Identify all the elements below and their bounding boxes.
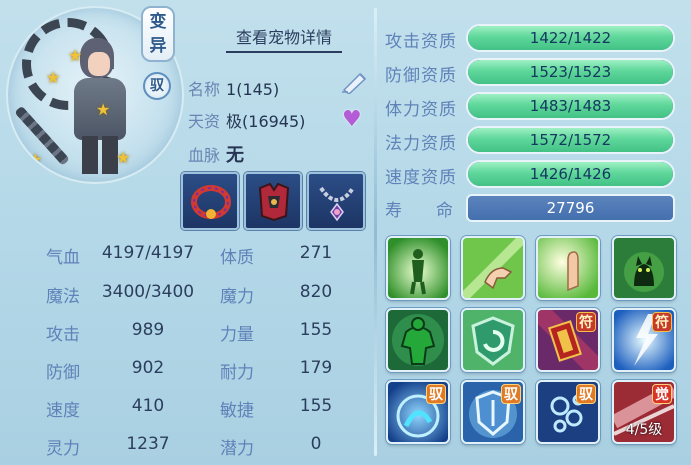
skill-tag: 符 bbox=[652, 312, 672, 332]
equip-slot-necklace[interactable] bbox=[307, 172, 365, 230]
panel-divider bbox=[374, 8, 377, 456]
attribute-label: 敏捷 bbox=[220, 401, 254, 421]
equip-slot-collar[interactable] bbox=[181, 172, 239, 230]
lifespan-label-a: 寿 bbox=[385, 201, 402, 221]
aptitude-bar: 1523/1523 bbox=[466, 58, 675, 86]
stat-label: 气血 bbox=[46, 248, 80, 268]
skill-figure-icon[interactable] bbox=[386, 236, 450, 300]
name-value: 1(145) bbox=[226, 80, 280, 99]
armor-icon bbox=[258, 182, 290, 222]
talent-label: 天资 bbox=[188, 112, 221, 131]
aptitude-label: 法力资质 bbox=[385, 134, 457, 154]
aptitude-label: 攻击资质 bbox=[385, 32, 457, 52]
star-icon: ★ bbox=[116, 148, 131, 167]
name-label: 名称 bbox=[188, 80, 221, 99]
aptitude-label: 体力资质 bbox=[385, 100, 457, 120]
heart-icon[interactable]: ♥ bbox=[342, 107, 362, 132]
transform-badge-label: 变异 bbox=[149, 12, 167, 56]
star-icon: ★ bbox=[96, 100, 111, 119]
star-icon: ★ bbox=[68, 46, 83, 65]
stat-label: 灵力 bbox=[46, 439, 80, 459]
attribute-value: 155 bbox=[299, 320, 333, 340]
skill-shield-icon[interactable] bbox=[461, 308, 525, 372]
stat-value: 3400/3400 bbox=[101, 282, 195, 302]
necklace-icon bbox=[319, 186, 355, 222]
star-icon: ★ bbox=[28, 150, 43, 169]
attribute-value: 271 bbox=[299, 243, 333, 263]
skill-cat-icon[interactable] bbox=[612, 236, 676, 300]
equip-slot-armor[interactable] bbox=[244, 172, 302, 230]
skill-art bbox=[614, 238, 674, 298]
stat-value: 1237 bbox=[126, 434, 170, 454]
star-icon: ★ bbox=[46, 68, 61, 87]
rename-pencil-icon[interactable] bbox=[340, 70, 370, 94]
attribute-value: 155 bbox=[299, 396, 333, 416]
stat-label: 攻击 bbox=[46, 325, 80, 345]
skill-art bbox=[463, 310, 523, 370]
skill-muscle-icon[interactable] bbox=[386, 308, 450, 372]
skill-tag: 觉 bbox=[652, 384, 672, 404]
skill-tag: 驭 bbox=[576, 384, 596, 404]
aptitude-bar: 1422/1422 bbox=[466, 24, 675, 52]
attribute-label: 耐力 bbox=[220, 363, 254, 383]
lifespan-value: 27796 bbox=[466, 194, 675, 222]
aptitude-bar: 1572/1572 bbox=[466, 126, 675, 154]
skill-tag: 驭 bbox=[501, 384, 521, 404]
stat-value: 410 bbox=[131, 396, 165, 416]
skill-lightning-icon[interactable]: 符 bbox=[612, 308, 676, 372]
skill-bubbles-icon[interactable]: 驭 bbox=[536, 380, 600, 444]
stat-value: 989 bbox=[131, 320, 165, 340]
pet-face-art bbox=[88, 52, 110, 76]
ride-badge: 驭 bbox=[143, 72, 171, 100]
attribute-label: 潜力 bbox=[220, 439, 254, 459]
skill-art bbox=[388, 310, 448, 370]
skill-strike-hand-icon[interactable] bbox=[461, 236, 525, 300]
stat-value: 902 bbox=[131, 358, 165, 378]
skill-level: 4/5级 bbox=[625, 422, 663, 438]
aptitude-value: 1422/1422 bbox=[529, 29, 612, 47]
attribute-label: 魔力 bbox=[220, 287, 254, 307]
collar-icon bbox=[191, 185, 231, 219]
attribute-value: 179 bbox=[299, 358, 333, 378]
skill-awaken-icon[interactable]: 觉 4/5级 bbox=[612, 380, 676, 444]
attribute-label: 体质 bbox=[220, 248, 254, 268]
aptitude-value: 1426/1426 bbox=[529, 165, 612, 183]
skill-water-rider-icon[interactable]: 驭 bbox=[386, 380, 450, 444]
stat-label: 魔法 bbox=[46, 287, 80, 307]
aptitude-value: 1523/1523 bbox=[529, 63, 612, 81]
blood-label: 血脉 bbox=[188, 146, 221, 165]
aptitude-label: 速度资质 bbox=[385, 168, 457, 188]
aptitude-value: 1572/1572 bbox=[529, 131, 612, 149]
attribute-label: 力量 bbox=[220, 325, 254, 345]
talent-value: 极(16945) bbox=[226, 112, 306, 131]
skill-tag: 符 bbox=[576, 312, 596, 332]
aptitude-label: 防御资质 bbox=[385, 66, 457, 86]
skill-talisman-scroll-icon[interactable]: 符 bbox=[536, 308, 600, 372]
attribute-value: 820 bbox=[299, 282, 333, 302]
skill-tag: 驭 bbox=[426, 384, 446, 404]
aptitude-value: 1483/1483 bbox=[529, 97, 612, 115]
skill-art bbox=[463, 238, 523, 298]
aptitude-bar: 1483/1483 bbox=[466, 92, 675, 120]
view-pet-details-link[interactable]: 查看宠物详情 bbox=[226, 24, 342, 53]
blood-row: 血脉无 bbox=[188, 141, 244, 167]
blood-value: 无 bbox=[226, 145, 245, 166]
skill-palm-icon[interactable] bbox=[536, 236, 600, 300]
attribute-value: 0 bbox=[310, 434, 322, 454]
stat-label: 防御 bbox=[46, 363, 80, 383]
aptitude-bar: 1426/1426 bbox=[466, 160, 675, 188]
lifespan-label: 寿命 bbox=[385, 196, 453, 221]
transform-badge: 变异 bbox=[141, 6, 175, 62]
skill-art bbox=[388, 238, 448, 298]
lifespan-label-b: 命 bbox=[436, 201, 453, 221]
stat-value: 4197/4197 bbox=[101, 243, 195, 263]
stat-label: 速度 bbox=[46, 401, 80, 421]
skill-art bbox=[538, 238, 598, 298]
name-row: 名称 1(145) bbox=[188, 76, 279, 100]
pet-legs-art bbox=[82, 136, 118, 174]
talent-row: 天资 极(16945) bbox=[188, 108, 305, 132]
skill-guard-shield-icon[interactable]: 驭 bbox=[461, 380, 525, 444]
